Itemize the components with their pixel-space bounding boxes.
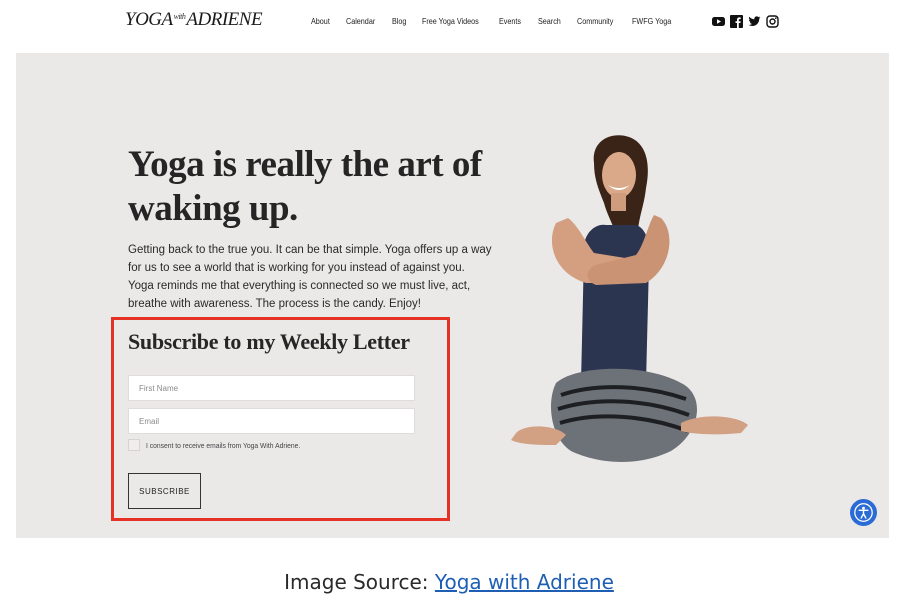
twitter-icon[interactable] [748,15,761,28]
nav-calendar[interactable]: Calendar [346,17,375,26]
logo-with: with [173,12,186,21]
hero-intro: Getting back to the true you. It can be … [128,244,492,310]
nav-community[interactable]: Community [577,17,613,26]
site-logo[interactable]: YOGAwithADRIENE [125,9,263,31]
consent-row: I consent to receive emails from Yoga Wi… [128,439,317,451]
email-field[interactable] [128,408,415,434]
hero-section: Yoga is really the art of waking up. Get… [16,53,889,538]
logo-name: ADRIENE [186,9,263,30]
nav-about[interactable]: About [311,17,330,26]
nav-blog[interactable]: Blog [392,17,406,26]
instagram-icon[interactable] [766,15,779,28]
image-caption: Image Source: Yoga with Adriene [0,570,898,594]
first-name-field[interactable] [128,375,415,401]
accessibility-button[interactable] [850,499,877,526]
logo-main: YOGA [125,9,173,30]
nav-fwfg-yoga[interactable]: FWFG Yoga [632,17,671,26]
youtube-icon[interactable] [712,15,725,28]
caption-link[interactable]: Yoga with Adriene [435,570,614,594]
subscribe-button[interactable]: SUBSCRIBE [128,473,201,509]
yoga-pose-photo [511,135,748,462]
consent-checkbox[interactable] [128,439,140,451]
consent-label: I consent to receive emails from Yoga Wi… [146,440,301,450]
subscribe-title: Subscribe to my Weekly Letter [128,329,410,354]
social-links [712,15,779,28]
site-header: YOGAwithADRIENE About Calendar Blog Free… [0,0,898,50]
main-nav: About Calendar Blog Free Yoga Videos Eve… [311,17,675,26]
caption-prefix: Image Source: [284,570,435,594]
hero-headline: Yoga is really the art of waking up. [128,144,482,229]
facebook-icon[interactable] [730,15,743,28]
nav-events[interactable]: Events [499,17,521,26]
accessibility-icon [854,503,873,522]
nav-search[interactable]: Search [538,17,561,26]
nav-free-yoga-videos[interactable]: Free Yoga Videos [422,17,479,26]
